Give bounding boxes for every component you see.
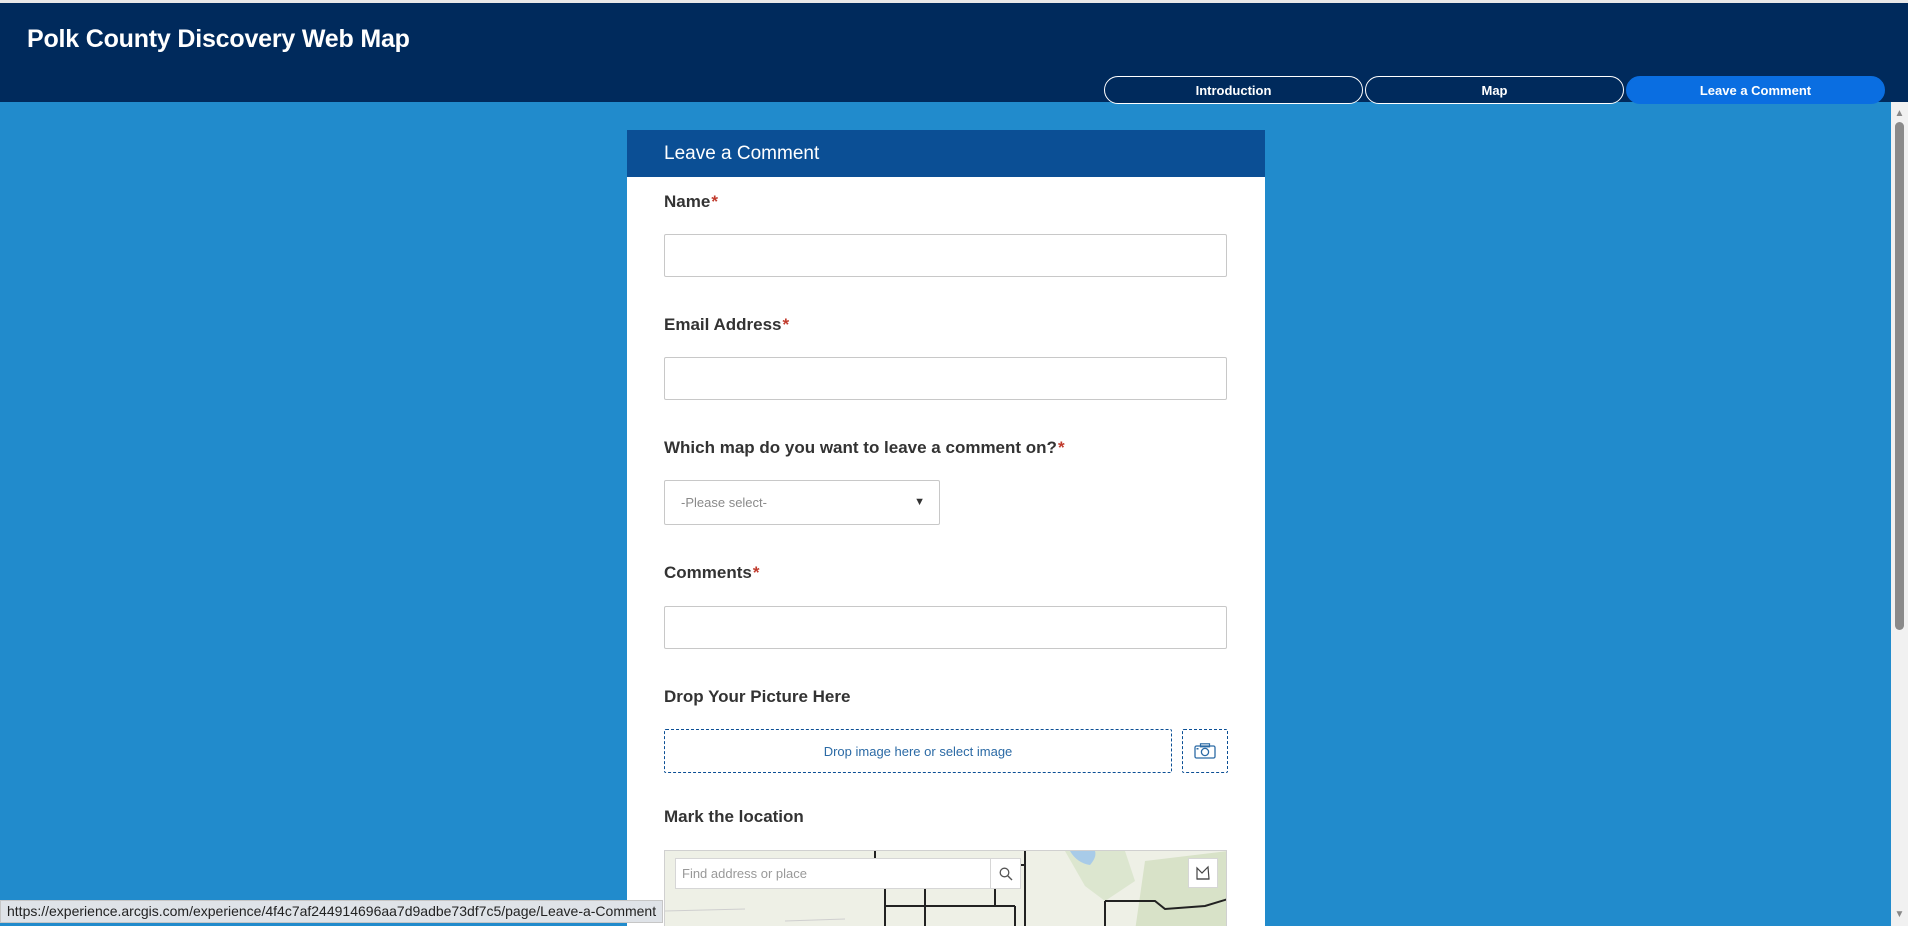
scroll-thumb[interactable] xyxy=(1895,122,1904,630)
scroll-up-arrow-icon[interactable]: ▲ xyxy=(1891,105,1908,122)
comments-field[interactable] xyxy=(664,606,1227,649)
name-label: Name* xyxy=(664,192,718,212)
app-title: Polk County Discovery Web Map xyxy=(27,25,410,53)
location-map[interactable]: Find address or place xyxy=(664,850,1227,926)
search-icon xyxy=(999,867,1012,880)
location-label-text: Mark the location xyxy=(664,807,804,826)
select-area-button[interactable] xyxy=(1188,858,1218,888)
camera-button[interactable] xyxy=(1182,729,1228,773)
map-select-dropdown[interactable]: -Please select- ▼ xyxy=(664,480,940,525)
tab-introduction[interactable]: Introduction xyxy=(1104,76,1363,104)
scroll-down-arrow-icon[interactable]: ▼ xyxy=(1891,906,1908,923)
required-mark: * xyxy=(1057,438,1065,457)
map-select-label-text: Which map do you want to leave a comment… xyxy=(664,438,1057,457)
comments-label-text: Comments xyxy=(664,563,752,582)
select-area-icon xyxy=(1196,865,1210,880)
comment-form-card: Leave a Comment Name* Email Address* Whi… xyxy=(627,130,1265,926)
required-mark: * xyxy=(782,315,790,334)
map-search-button[interactable] xyxy=(990,859,1020,888)
map-search-placeholder: Find address or place xyxy=(682,866,808,881)
required-mark: * xyxy=(752,563,760,582)
email-label: Email Address* xyxy=(664,315,789,335)
location-label: Mark the location xyxy=(664,807,804,827)
required-mark: * xyxy=(711,192,718,211)
email-field[interactable] xyxy=(664,357,1227,400)
picture-label: Drop Your Picture Here xyxy=(664,687,850,707)
comments-label: Comments* xyxy=(664,563,759,583)
tab-leave-a-comment[interactable]: Leave a Comment xyxy=(1626,76,1885,104)
tab-map[interactable]: Map xyxy=(1365,76,1624,104)
status-bar-url: https://experience.arcgis.com/experience… xyxy=(0,900,664,923)
email-label-text: Email Address xyxy=(664,315,782,334)
map-select-label: Which map do you want to leave a comment… xyxy=(664,438,1065,458)
picture-label-text: Drop Your Picture Here xyxy=(664,687,851,706)
form-title: Leave a Comment xyxy=(627,130,1265,177)
page-nav: Introduction Map Leave a Comment xyxy=(1104,76,1885,104)
name-label-text: Name xyxy=(664,192,711,211)
map-search-input[interactable]: Find address or place xyxy=(675,858,1021,889)
chevron-down-icon: ▼ xyxy=(914,496,925,508)
name-field[interactable] xyxy=(664,234,1227,277)
app-header: Polk County Discovery Web Map Introducti… xyxy=(0,0,1908,104)
map-select-value: -Please select- xyxy=(681,495,767,510)
page-scrollbar[interactable]: ▲ ▼ xyxy=(1891,102,1908,926)
image-dropzone[interactable]: Drop image here or select image xyxy=(664,729,1172,773)
camera-icon xyxy=(1194,743,1216,759)
